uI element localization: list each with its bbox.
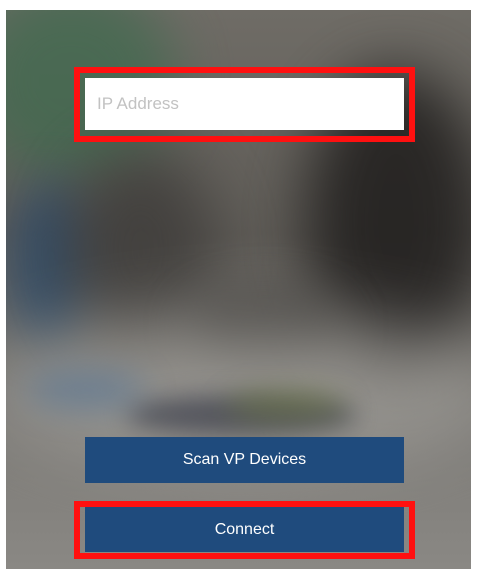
app-screen: Scan VP Devices Connect (0, 0, 477, 569)
background-blur-shape (26, 370, 146, 410)
ip-address-input[interactable] (85, 78, 404, 130)
connect-button[interactable]: Connect (85, 507, 404, 552)
background-blur-shape (226, 390, 346, 420)
scan-vp-devices-button[interactable]: Scan VP Devices (85, 437, 404, 483)
